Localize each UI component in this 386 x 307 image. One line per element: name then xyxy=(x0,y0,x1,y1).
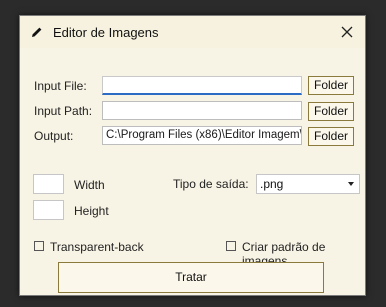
close-icon xyxy=(341,26,353,38)
height-label: Height xyxy=(74,204,109,218)
tipo-saida-label: Tipo de saída: xyxy=(173,177,249,191)
width-input[interactable] xyxy=(33,174,64,194)
input-file-folder-button[interactable]: Folder xyxy=(308,76,354,95)
input-path-folder-button[interactable]: Folder xyxy=(308,102,354,121)
input-file-label: Input File: xyxy=(34,79,87,93)
criar-padrao-checkbox[interactable] xyxy=(226,241,236,251)
transparent-back-label: Transparent-back xyxy=(50,240,144,254)
input-path-label: Input Path: xyxy=(34,104,93,118)
tipo-saida-select[interactable]: .png xyxy=(256,174,360,194)
input-path-field[interactable] xyxy=(102,101,302,120)
window-title: Editor de Imagens xyxy=(53,25,159,40)
height-input[interactable] xyxy=(33,200,64,220)
close-button[interactable] xyxy=(335,20,359,44)
chevron-down-icon xyxy=(348,182,354,186)
output-field[interactable]: C:\Program Files (x86)\Editor Imagem\OU xyxy=(102,126,302,145)
input-file-field[interactable] xyxy=(102,76,302,95)
tratar-button[interactable]: Tratar xyxy=(58,262,324,293)
output-folder-button[interactable]: Folder xyxy=(308,127,354,146)
width-label: Width xyxy=(74,178,105,192)
tipo-saida-value: .png xyxy=(260,177,284,191)
output-label: Output: xyxy=(34,129,74,143)
editor-window: Editor de Imagens Input File: Folder Inp… xyxy=(19,15,366,296)
transparent-back-checkbox[interactable] xyxy=(34,241,44,251)
pencil-icon xyxy=(32,27,42,37)
title-bar: Editor de Imagens xyxy=(20,16,365,48)
